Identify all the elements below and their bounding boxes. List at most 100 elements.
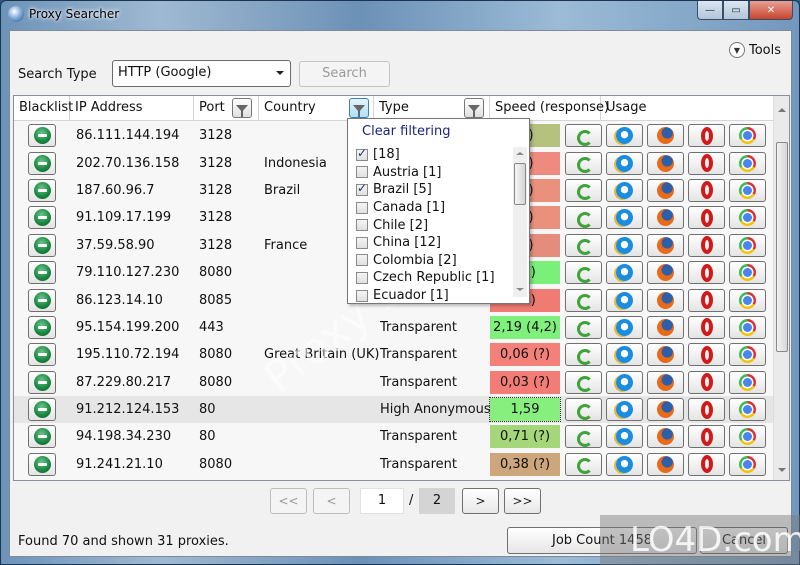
filter-option[interactable]: Austria [1] [356, 164, 516, 182]
blacklist-button[interactable] [28, 425, 56, 449]
grid-scrollbar[interactable] [773, 96, 789, 480]
filter-checkbox[interactable] [356, 166, 368, 179]
use-in-opera-button[interactable] [688, 370, 725, 394]
use-in-chrome-button[interactable] [729, 233, 766, 257]
use-in-chrome-button[interactable] [729, 425, 766, 449]
tools-button[interactable]: ▼ Tools [728, 42, 781, 58]
filter-checkbox[interactable] [356, 236, 368, 249]
use-in-firefox-button[interactable] [647, 233, 684, 257]
use-in-ie-button[interactable] [606, 124, 643, 148]
use-in-firefox-button[interactable] [647, 124, 684, 148]
use-in-opera-button[interactable] [688, 398, 725, 422]
use-in-ie-button[interactable] [606, 151, 643, 175]
use-in-chrome-button[interactable] [729, 151, 766, 175]
recheck-button[interactable] [565, 178, 602, 202]
use-in-ie-button[interactable] [606, 343, 643, 367]
blacklist-button[interactable] [28, 261, 56, 285]
use-in-ie-button[interactable] [606, 425, 643, 449]
blacklist-button[interactable] [28, 151, 56, 175]
filter-option[interactable]: Ecuador [1] [356, 287, 516, 305]
use-in-chrome-button[interactable] [729, 343, 766, 367]
close-button[interactable]: ✕ [749, 1, 793, 20]
use-in-ie-button[interactable] [606, 206, 643, 230]
job-count-button[interactable]: Job Count 1458 [507, 527, 697, 554]
blacklist-button[interactable] [28, 206, 56, 230]
use-in-chrome-button[interactable] [729, 315, 766, 339]
use-in-opera-button[interactable] [688, 206, 725, 230]
blacklist-button[interactable] [28, 315, 56, 339]
minimize-button[interactable]: — [697, 1, 723, 20]
use-in-chrome-button[interactable] [729, 124, 766, 148]
use-in-opera-button[interactable] [688, 233, 725, 257]
use-in-firefox-button[interactable] [647, 370, 684, 394]
use-in-firefox-button[interactable] [647, 452, 684, 476]
use-in-firefox-button[interactable] [647, 315, 684, 339]
use-in-opera-button[interactable] [688, 261, 725, 285]
use-in-firefox-button[interactable] [647, 425, 684, 449]
use-in-ie-button[interactable] [606, 233, 643, 257]
scroll-thumb[interactable] [776, 142, 788, 352]
recheck-button[interactable] [565, 233, 602, 257]
recheck-button[interactable] [565, 425, 602, 449]
table-row[interactable]: 95.154.199.200 443 Transparent 2,19 (4,2) [14, 314, 774, 341]
table-row[interactable]: 91.212.124.153 80 High Anonymous1,59 (0,62… [14, 395, 774, 440]
use-in-opera-button[interactable] [688, 425, 725, 449]
blacklist-button[interactable] [28, 288, 56, 312]
port-filter-button[interactable] [232, 98, 252, 118]
use-in-chrome-button[interactable] [729, 261, 766, 285]
filter-checkbox[interactable] [356, 289, 368, 302]
filter-option[interactable]: Czech Republic [1] [356, 269, 516, 287]
recheck-button[interactable] [565, 124, 602, 148]
scroll-down-icon[interactable] [778, 468, 786, 472]
use-in-ie-button[interactable] [606, 315, 643, 339]
prev-page-button[interactable]: < [313, 488, 350, 514]
use-in-ie-button[interactable] [606, 178, 643, 202]
filter-option[interactable]: Canada [1] [356, 199, 516, 217]
use-in-firefox-button[interactable] [647, 398, 684, 422]
use-in-opera-button[interactable] [688, 124, 725, 148]
recheck-button[interactable] [565, 370, 602, 394]
blacklist-button[interactable] [28, 124, 56, 148]
cancel-button[interactable]: Cancel [700, 527, 788, 554]
scroll-thumb[interactable] [514, 163, 526, 205]
recheck-button[interactable] [565, 343, 602, 367]
recheck-button[interactable] [565, 288, 602, 312]
current-page-input[interactable]: 1 [360, 488, 404, 514]
use-in-chrome-button[interactable] [729, 288, 766, 312]
filter-checkbox[interactable] [356, 181, 368, 196]
use-in-chrome-button[interactable] [729, 370, 766, 394]
use-in-firefox-button[interactable] [647, 206, 684, 230]
recheck-button[interactable] [565, 315, 602, 339]
search-type-select[interactable]: HTTP (Google) [112, 60, 291, 87]
blacklist-button[interactable] [28, 233, 56, 257]
column-header-ip[interactable]: IP Address [70, 96, 194, 121]
filter-checkbox[interactable] [356, 146, 368, 161]
blacklist-button[interactable] [28, 343, 56, 367]
recheck-button[interactable] [565, 206, 602, 230]
next-page-button[interactable]: > [462, 488, 499, 514]
recheck-button[interactable] [565, 452, 602, 476]
use-in-ie-button[interactable] [606, 452, 643, 476]
country-filter-button[interactable] [349, 98, 369, 118]
recheck-button[interactable] [565, 398, 602, 422]
scroll-down-icon[interactable] [516, 288, 524, 291]
table-row[interactable]: 91.241.21.10 8080 Transparent 0,38 (?) [14, 451, 774, 478]
column-header-usage[interactable]: Usage [601, 96, 774, 121]
use-in-ie-button[interactable] [606, 398, 643, 422]
filter-checkbox[interactable] [356, 254, 368, 267]
maximize-button[interactable]: ▭ [723, 1, 749, 20]
filter-option[interactable]: [18] [356, 146, 516, 164]
filter-option[interactable]: Colombia [2] [356, 252, 516, 270]
filter-checkbox[interactable] [356, 201, 368, 214]
blacklist-button[interactable] [28, 178, 56, 202]
use-in-opera-button[interactable] [688, 343, 725, 367]
use-in-opera-button[interactable] [688, 288, 725, 312]
use-in-chrome-button[interactable] [729, 398, 766, 422]
filter-option[interactable]: China [12] [356, 234, 516, 252]
column-header-blacklist[interactable]: Blacklist [14, 96, 73, 121]
filter-option[interactable]: Chile [2] [356, 216, 516, 234]
table-row[interactable]: 94.198.34.230 80 Transparent 0,71 (?) [14, 423, 774, 450]
last-page-button[interactable]: >> [504, 488, 541, 514]
use-in-firefox-button[interactable] [647, 343, 684, 367]
use-in-opera-button[interactable] [688, 452, 725, 476]
